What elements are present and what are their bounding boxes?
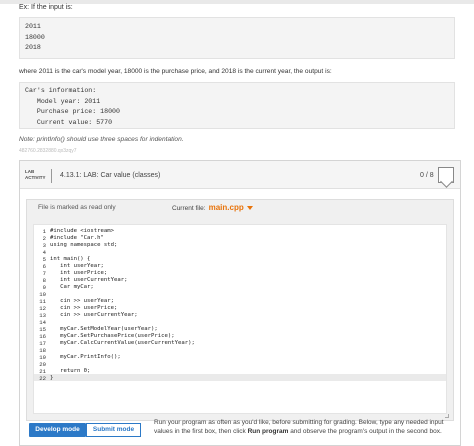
sample-input-line: 2011 xyxy=(25,23,41,30)
line-number: 10 xyxy=(39,291,46,298)
code-line: Car myCar; xyxy=(50,284,94,290)
sample-output-line: Car's information: xyxy=(25,87,97,94)
code-editor-panel: File is marked as read only Current file… xyxy=(26,199,454,421)
line-number-gutter: 1 2 3 4 5 6 7 8 9 10 11 12 13 14 15 16 17 18 19 20 21 22 xyxy=(34,227,47,413)
line-number: 7 xyxy=(42,270,46,277)
sample-output-line: Purchase price: 18000 xyxy=(25,108,120,115)
sample-input-box: 2011 18000 2018 xyxy=(19,17,455,59)
active-line-highlight xyxy=(34,374,446,381)
code-line: int main() { xyxy=(50,256,91,262)
code-line: cin >> userYear; xyxy=(50,298,114,304)
code-line: myCar.PrintInfo(); xyxy=(50,354,121,360)
example-intro: Ex: If the input is: xyxy=(19,4,73,11)
badge-line: ACTIVITY xyxy=(25,174,46,180)
line-number: 18 xyxy=(39,347,46,354)
code-line: return 0; xyxy=(50,368,91,374)
code-line: cin >> userCurrentYear; xyxy=(50,312,138,318)
line-number: 6 xyxy=(42,263,46,270)
code-line: myCar.CalcCurrentValue(userCurrentYear); xyxy=(50,340,195,346)
line-number: 17 xyxy=(39,340,46,347)
sample-output-line: Current value: 5770 xyxy=(25,118,113,126)
line-number: 16 xyxy=(39,333,46,340)
run-program-reference: Run program xyxy=(247,428,289,435)
code-line: int userCurrentYear; xyxy=(50,277,128,283)
lab-score: 0 / 8 xyxy=(420,172,434,179)
code-line: int userYear; xyxy=(50,263,104,269)
score-ribbon-icon xyxy=(438,167,454,183)
line-number: 11 xyxy=(39,298,46,305)
mode-description-text: and observe the program's output in the … xyxy=(288,428,442,435)
lab-activity-badge: LAB ACTIVITY xyxy=(25,169,46,180)
chevron-down-icon[interactable] xyxy=(246,206,253,211)
code-line: myCar.SetModelYear(userYear); xyxy=(50,326,158,332)
line-number: 20 xyxy=(39,361,46,368)
mode-bar: Develop mode Submit mode Run your progra… xyxy=(26,416,452,444)
code-line: myCar.SetPurchasePrice(userPrice); xyxy=(50,333,175,339)
code-line: } xyxy=(50,375,54,381)
indentation-note: Note: printInfo() should use three space… xyxy=(19,136,184,143)
code-line: int userPrice; xyxy=(50,270,108,276)
sample-output-box: Car's information: Model year: 2011 Purc… xyxy=(19,82,455,129)
lab-activity-panel: LAB ACTIVITY 4.13.1: LAB: Car value (cla… xyxy=(19,160,461,446)
example-explanation: where 2011 is the car's model year, 1800… xyxy=(19,68,332,75)
code-line: #include <iostream> xyxy=(50,228,114,234)
code-line: #include "Car.h" xyxy=(50,235,104,241)
header-divider xyxy=(51,169,52,183)
line-number: 8 xyxy=(42,277,46,284)
line-number: 14 xyxy=(39,319,46,326)
line-number: 5 xyxy=(42,256,46,263)
line-number: 9 xyxy=(42,284,46,291)
current-file-label: Current file: xyxy=(172,205,206,212)
line-number: 15 xyxy=(39,326,46,333)
line-number: 13 xyxy=(39,312,46,319)
lab-header: LAB ACTIVITY 4.13.1: LAB: Car value (cla… xyxy=(20,161,460,189)
code-line: using namespace std; xyxy=(50,242,118,248)
line-number: 12 xyxy=(39,305,46,312)
line-number: 3 xyxy=(42,242,46,249)
current-file-name[interactable]: main.cpp xyxy=(209,203,244,212)
file-bar: File is marked as read only Current file… xyxy=(27,200,453,214)
line-number: 4 xyxy=(42,249,46,256)
current-file-selector[interactable]: Current file: main.cpp xyxy=(172,203,253,212)
read-only-label: File is marked as read only xyxy=(38,204,116,211)
code-editor[interactable]: 1 2 3 4 5 6 7 8 9 10 11 12 13 14 15 16 17 18 19 20 21 22 #inc… xyxy=(33,224,447,414)
line-number: 19 xyxy=(39,354,46,361)
mode-description: Run your program as often as you'd like,… xyxy=(154,418,454,436)
code-line: cin >> userPrice; xyxy=(50,305,118,311)
submit-mode-button[interactable]: Submit mode xyxy=(86,423,141,437)
lab-title: 4.13.1: LAB: Car value (classes) xyxy=(60,172,161,179)
develop-mode-button[interactable]: Develop mode xyxy=(29,423,86,437)
line-number: 2 xyxy=(42,235,46,242)
sample-output-line: Model year: 2011 xyxy=(25,97,101,105)
sample-input-line: 18000 xyxy=(25,33,45,41)
line-number: 22 xyxy=(39,375,46,382)
line-number: 21 xyxy=(39,368,46,375)
sample-input-line: 2018 xyxy=(25,44,41,51)
line-number: 1 xyxy=(42,228,46,235)
activity-code-id: 482760.2832880.qx3zqy7 xyxy=(19,148,77,154)
